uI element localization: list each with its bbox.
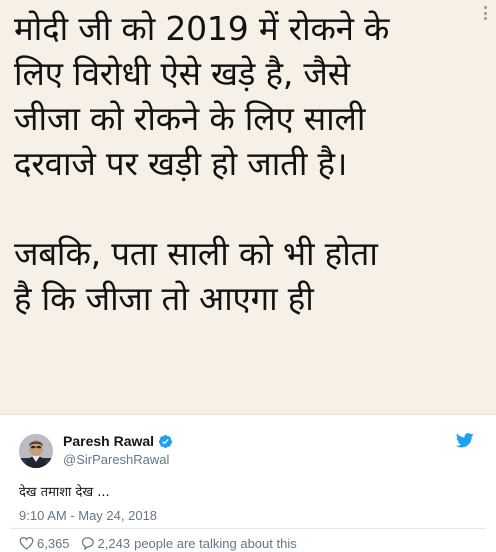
tweet-text: देख तमाशा देख ...: [19, 485, 110, 500]
image-text-line: दरवाजे पर खड़ी हो जाती है।: [14, 144, 348, 183]
avatar[interactable]: [19, 434, 53, 468]
image-text: मोदी जी को 2019 में रोकने के लिए विरोधी …: [14, 6, 484, 321]
tweet-timestamp[interactable]: 9:10 AM - May 24, 2018: [19, 508, 157, 523]
divider: [10, 528, 486, 529]
image-text-line: लिए विरोधी ऐसे खड़े है, जैसे: [14, 54, 350, 93]
engagement-bar: 6,365 2,243 people are talking about thi…: [19, 535, 297, 551]
image-text-line: है कि जीजा तो आएगा ही: [14, 279, 314, 318]
reply-count: 2,243: [97, 535, 131, 551]
vertical-dots-icon[interactable]: [480, 4, 490, 22]
twitter-bird-icon[interactable]: [456, 433, 474, 448]
embedded-tweet: मोदी जी को 2019 में रोकने के लिए विरोधी …: [0, 0, 496, 552]
avatar-image: [19, 434, 53, 468]
author-name[interactable]: Paresh Rawal: [63, 433, 173, 449]
tweet-card: Paresh Rawal @SirPareshRawal देख तमाशा द…: [0, 415, 496, 552]
speech-bubble-icon: [81, 537, 94, 550]
author-name-text: Paresh Rawal: [63, 433, 155, 449]
like-action[interactable]: 6,365: [19, 536, 70, 551]
heart-icon: [19, 536, 34, 550]
tweet-image[interactable]: मोदी जी को 2019 में रोकने के लिए विरोधी …: [0, 0, 496, 415]
like-count: 6,365: [37, 535, 70, 551]
verified-badge-icon: [158, 434, 173, 448]
image-text-line: जबकि, पता साली को भी होता: [14, 234, 378, 273]
image-text-line: मोदी जी को 2019 में रोकने के: [14, 9, 390, 48]
reply-action[interactable]: 2,243 people are talking about this: [80, 536, 297, 551]
talking-text: people are talking about this: [134, 535, 297, 551]
author-handle[interactable]: @SirPareshRawal: [63, 452, 169, 467]
image-text-line: जीजा को रोकने के लिए साली: [14, 99, 366, 138]
